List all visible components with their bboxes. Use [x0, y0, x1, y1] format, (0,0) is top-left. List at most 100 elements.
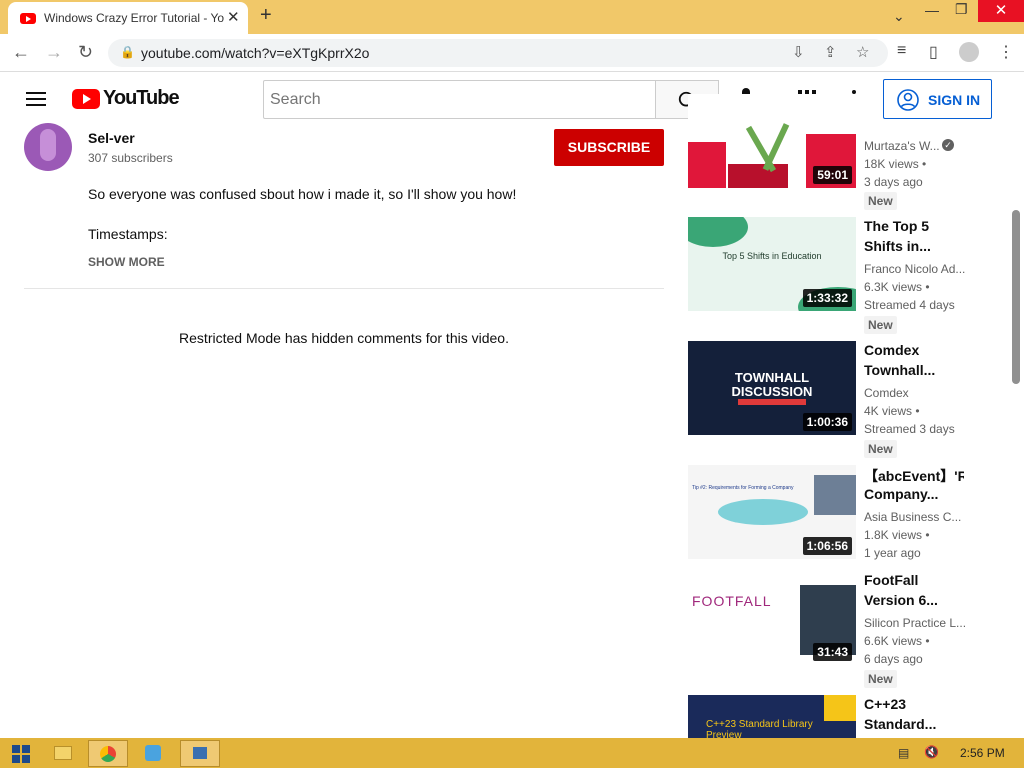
video-title[interactable]: 【abcEvent】'RE — [864, 466, 964, 486]
video-duration: 1:06:56 — [802, 537, 852, 555]
video-age: Streamed 4 days — [864, 298, 955, 312]
tab-title: Windows Crazy Error Tutorial - YouTube — [44, 11, 224, 25]
video-views: 4K views • — [864, 404, 920, 418]
video-title-cont[interactable]: Company... — [864, 486, 964, 502]
subscribe-button[interactable]: SUBSCRIBE — [554, 129, 664, 166]
video-title-cont[interactable]: Shifts in... — [864, 238, 964, 254]
close-tab-icon[interactable]: ✕ — [227, 8, 240, 26]
video-thumbnail[interactable]: TOWNHALL DISCUSSION 1:00:36 — [688, 341, 856, 435]
account-icon — [897, 89, 919, 111]
timestamps-label: Timestamps: — [88, 226, 168, 242]
profile-icon[interactable] — [959, 42, 979, 62]
forward-icon[interactable]: → — [45, 42, 63, 63]
video-title[interactable]: FootFall — [864, 572, 964, 588]
video-age: 1 year ago — [864, 546, 921, 560]
side-panel-icon[interactable]: ▯ — [929, 42, 938, 62]
video-channel[interactable]: Franco Nicolo Ad... — [864, 262, 965, 276]
sign-in-label: SIGN IN — [928, 92, 981, 108]
restricted-mode-notice: Restricted Mode has hidden comments for … — [179, 330, 509, 346]
video-channel[interactable]: Comdex — [864, 386, 909, 400]
lock-icon: 🔒 — [120, 45, 135, 59]
taskbar-clock[interactable]: 2:56 PM — [960, 746, 1005, 760]
address-bar: ← → ↻ 🔒 youtube.com/watch?v=eXTgKprrX2o … — [0, 34, 1024, 72]
minimize-icon[interactable]: — — [925, 2, 939, 18]
video-thumbnail[interactable]: Tip #2: Requirements for Forming a Compa… — [688, 465, 856, 559]
browser-tab[interactable]: Windows Crazy Error Tutorial - YouTube ✕ — [8, 2, 248, 34]
video-channel[interactable]: Murtaza's W... — [864, 139, 940, 153]
video-title[interactable]: Comdex — [864, 342, 964, 358]
youtube-header: YouTube SIGN IN — [0, 72, 1010, 127]
video-title[interactable]: The Top 5 — [864, 218, 964, 234]
video-channel[interactable]: Silicon Practice L... — [864, 616, 966, 630]
store-icon[interactable] — [134, 740, 174, 767]
video-title-cont[interactable]: Standard... — [864, 716, 964, 732]
reload-icon[interactable]: ↻ — [78, 42, 93, 63]
thumbnail-text: Top 5 Shifts in Education — [722, 251, 822, 261]
channel-avatar[interactable] — [24, 123, 72, 171]
new-badge: New — [864, 316, 897, 334]
video-age: 6 days ago — [864, 652, 923, 666]
network-icon[interactable]: ▤ — [898, 746, 909, 760]
thumbnail-text: Tip #2: Requirements for Forming a Compa… — [692, 485, 794, 491]
chrome-taskbar-icon[interactable] — [88, 740, 128, 767]
volume-muted-icon[interactable]: 🔇 — [924, 745, 939, 759]
windows-start-icon[interactable] — [6, 740, 46, 767]
video-duration: 1:00:36 — [802, 413, 852, 431]
search-input[interactable] — [264, 81, 655, 118]
recommendation-item[interactable]: TOWNHALL DISCUSSION 1:00:36 Comdex Townh… — [688, 341, 1008, 458]
video-views: 6.6K views • — [864, 634, 930, 648]
video-channel[interactable]: Asia Business C... — [864, 510, 961, 524]
video-thumbnail[interactable]: 59:01 — [688, 94, 856, 188]
new-badge: New — [864, 670, 897, 688]
thumbnail-text: TOWNHALL DISCUSSION — [731, 370, 813, 399]
video-title[interactable]: C++23 — [864, 696, 964, 712]
chrome-menu-icon[interactable]: ⋮ — [998, 42, 1014, 62]
new-badge: New — [864, 192, 897, 210]
video-title-cont[interactable]: Version 6... — [864, 592, 964, 608]
file-explorer-icon[interactable] — [44, 740, 84, 767]
restore-icon[interactable]: ❐ — [955, 1, 968, 18]
recommendation-item[interactable]: Tip #2: Requirements for Forming a Compa… — [688, 465, 1008, 565]
video-views: 6.3K views • — [864, 280, 930, 294]
video-duration: 59:01 — [813, 166, 852, 184]
install-icon[interactable]: ⇩ — [792, 43, 805, 61]
video-thumbnail[interactable]: C++23 Standard Library Preview — [688, 695, 856, 738]
sign-in-button[interactable]: SIGN IN — [883, 79, 992, 119]
recommendation-item[interactable]: FOOTFALL 31:43 FootFall Version 6... Sil… — [688, 571, 1008, 688]
video-title-cont[interactable]: Townhall... — [864, 362, 964, 378]
url-text[interactable]: youtube.com/watch?v=eXTgKprrX2o — [141, 45, 369, 61]
share-icon[interactable]: ⇪ — [824, 43, 837, 61]
search-box — [263, 80, 656, 119]
channel-name[interactable]: Sel-ver — [88, 130, 135, 146]
video-thumbnail[interactable]: FOOTFALL 31:43 — [688, 571, 856, 665]
recommendation-item[interactable]: 59:01 Murtaza's W... ✓ 18K views • 3 day… — [688, 94, 1008, 210]
youtube-logo-text[interactable]: YouTube — [103, 87, 180, 110]
thumbnail-text: FOOTFALL — [692, 593, 772, 609]
page-scrollbar[interactable] — [1012, 210, 1020, 384]
new-badge: New — [864, 440, 897, 458]
verified-icon: ✓ — [942, 139, 954, 151]
show-more-button[interactable]: SHOW MORE — [88, 255, 165, 269]
browser-titlebar: Windows Crazy Error Tutorial - YouTube ✕… — [0, 0, 1024, 34]
tab-search-icon[interactable]: ⌄ — [893, 8, 905, 25]
app-taskbar-icon[interactable] — [180, 740, 220, 767]
bookmark-star-icon[interactable]: ☆ — [856, 43, 869, 61]
subscriber-count: 307 subscribers — [88, 151, 173, 165]
new-tab-icon[interactable]: + — [260, 4, 272, 27]
video-thumbnail[interactable]: Top 5 Shifts in Education 1:33:32 — [688, 217, 856, 311]
menu-icon[interactable] — [26, 92, 46, 106]
description-text: So everyone was confused sbout how i mad… — [88, 186, 517, 202]
recommendation-item[interactable]: Top 5 Shifts in Education 1:33:32 The To… — [688, 217, 1008, 334]
video-views: 18K views • — [864, 157, 927, 171]
media-queue-icon[interactable]: ≡ — [897, 42, 906, 60]
video-age: Streamed 3 days — [864, 422, 955, 436]
thumbnail-text: C++23 Standard Library Preview — [706, 719, 813, 738]
recommendation-item[interactable]: C++23 Standard Library Preview C++23 Sta… — [688, 695, 1008, 738]
back-icon[interactable]: ← — [12, 42, 30, 63]
video-duration: 1:33:32 — [802, 289, 852, 307]
close-window-icon[interactable]: ✕ — [978, 0, 1024, 22]
youtube-logo-icon[interactable] — [72, 89, 100, 109]
youtube-favicon-icon — [20, 13, 36, 24]
video-views: 1.8K views • — [864, 528, 930, 542]
omnibox[interactable]: 🔒 youtube.com/watch?v=eXTgKprrX2o ⇩ ⇪ ☆ — [108, 39, 888, 67]
